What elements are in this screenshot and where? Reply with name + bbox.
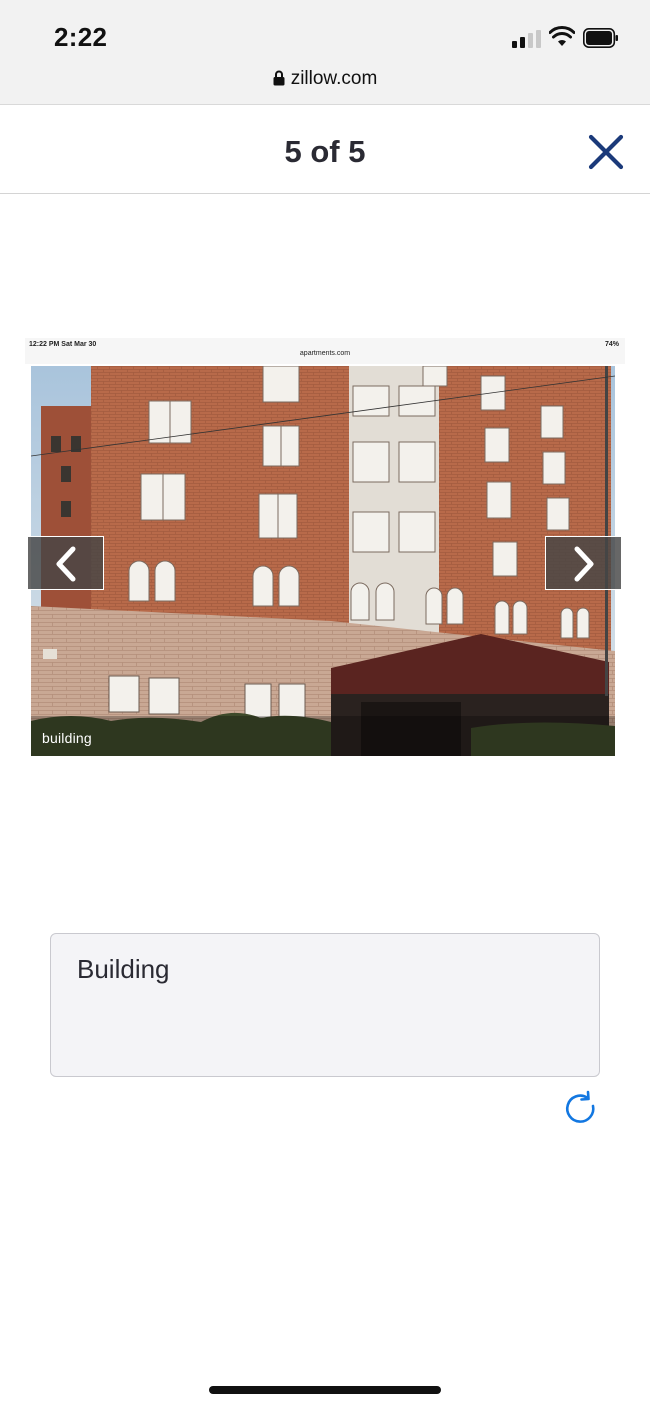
chevron-left-icon — [56, 546, 76, 582]
lock-icon — [273, 70, 285, 86]
embedded-time: 12:22 PM Sat Mar 30 — [29, 341, 97, 348]
url-text: zillow.com — [290, 68, 378, 89]
photo-counter: 5 of 5 — [284, 134, 366, 169]
wifi-icon — [549, 26, 575, 46]
gallery-header: 5 of 5 — [0, 106, 650, 194]
embedded-battery: 74% — [604, 341, 619, 348]
home-indicator[interactable] — [209, 1386, 441, 1394]
next-photo-button[interactable] — [545, 536, 622, 590]
signal-icon — [512, 30, 542, 48]
close-icon[interactable] — [586, 132, 626, 172]
address-bar[interactable]: zillow.com — [0, 68, 650, 90]
photo-caption: building — [42, 730, 92, 746]
previous-photo-button[interactable] — [27, 536, 104, 590]
battery-icon — [583, 28, 618, 48]
embedded-screenshot-status-bar: 12:22 PM Sat Mar 30 apartments.com 74% — [25, 338, 625, 364]
photo-viewer: 12:22 PM Sat Mar 30 apartments.com 74% b… — [25, 338, 625, 756]
building-photo — [31, 366, 615, 756]
embedded-url: apartments.com — [299, 350, 351, 357]
chevron-right-icon — [574, 546, 594, 582]
photo-caption-value: Building — [77, 954, 170, 984]
status-time: 2:22 — [54, 22, 108, 52]
status-bar: 2:22 zillow.com — [0, 0, 650, 105]
refresh-icon[interactable] — [562, 1090, 600, 1128]
photo-caption-field[interactable]: Building — [50, 933, 600, 1077]
